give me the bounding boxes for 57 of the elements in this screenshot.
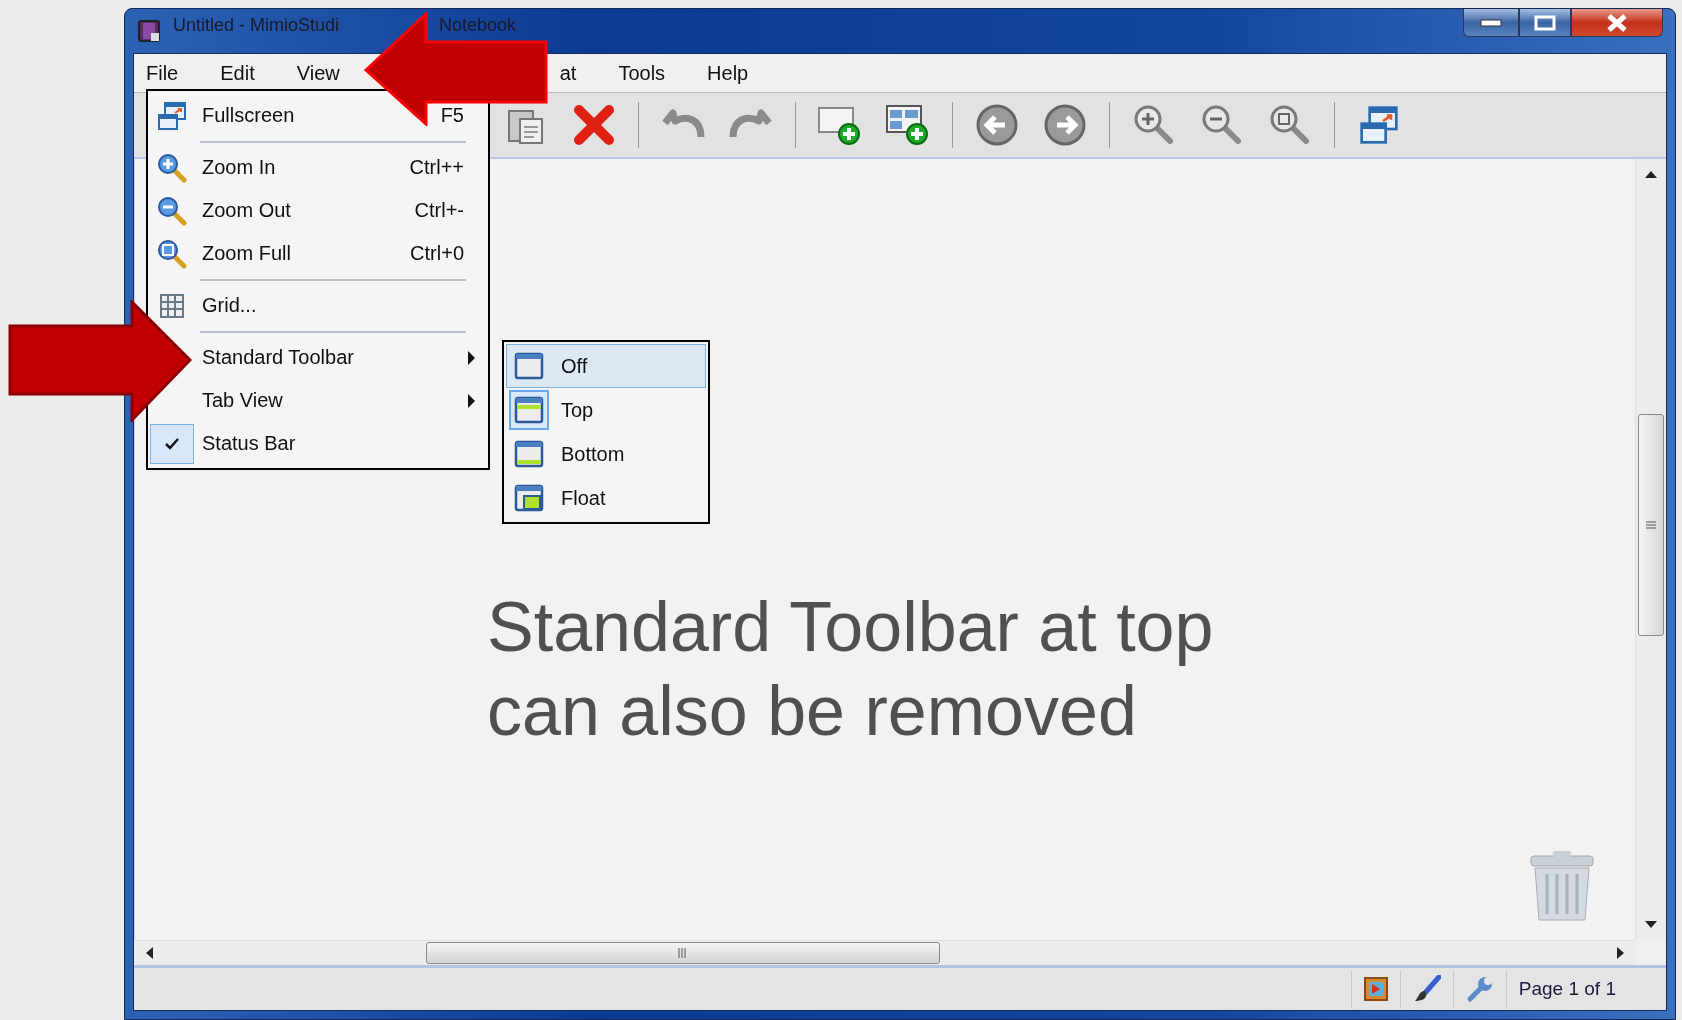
brush-icon [1412,975,1441,1003]
menu-item[interactable]: Zoom In Ctrl++ [196,146,488,189]
zoom-out-icon [157,195,187,226]
minimize-icon [1480,18,1502,27]
submenu-arrow-icon [468,350,476,365]
page-indicator: Page 1 of 1 [1518,978,1616,1000]
grid-icon [159,292,185,319]
fullscreen-icon [1359,105,1399,145]
close-icon [1605,13,1629,32]
vertical-scrollbar-thumb[interactable] [1638,414,1664,636]
horizontal-scrollbar-thumb[interactable] [426,942,940,964]
left-triangle-icon [145,947,153,959]
menu-item[interactable]: Zoom Full Ctrl+0 [196,232,488,275]
notebook-icon [137,19,161,43]
canvas-note: Standard Toolbar at top can also be removed [487,587,1214,752]
delete-icon [573,104,615,146]
menu-item[interactable]: Float [506,476,706,520]
up-triangle-icon [1645,170,1657,178]
maximize-icon [1534,14,1556,31]
wrench-icon [1465,975,1494,1003]
zoom-in-icon [1132,103,1176,147]
down-triangle-icon [1645,921,1657,929]
menu-item[interactable]: Grid... [196,284,488,327]
add-pages-icon [885,104,931,146]
menu-item[interactable]: Zoom Out Ctrl+- [196,189,488,232]
menu-item[interactable]: Off [506,344,706,388]
floating-bar-window-icon [514,484,544,512]
zoom-full-icon [157,238,187,269]
zoom-out-icon [1200,103,1244,147]
maximize-button[interactable] [1519,9,1571,37]
submenu-item[interactable]: Standard Toolbar [196,336,488,379]
bottom-bar-window-icon [514,440,544,468]
window-title: Notebook [439,14,517,36]
add-page-icon [817,104,863,146]
right-triangle-icon [1617,947,1625,959]
menu-item[interactable]: Help [707,61,749,85]
fullscreen-icon [157,100,187,131]
top-bar-window-icon [514,396,544,424]
menu-item[interactable]: Edit [220,61,255,85]
trash-icon [1529,850,1595,922]
slideshow-icon [1363,977,1388,1001]
window-title: Untitled - MimioStudi [173,14,340,36]
menu-item[interactable]: Top [506,388,706,432]
submenu-arrow-icon [468,393,476,408]
menu-item[interactable]: Tools [618,61,666,85]
menu-item[interactable]: at [559,61,577,85]
zoom-in-icon [157,152,187,183]
menu-item[interactable]: Fullscreen F5 [196,94,488,137]
menu-item[interactable]: Status Bar [196,422,488,465]
submenu-item[interactable]: Tab View [196,379,488,422]
menu-item[interactable]: File [146,61,179,85]
window-icon [514,352,544,380]
zoom-full-icon [1268,103,1312,147]
close-button[interactable] [1571,9,1663,37]
menu-item[interactable]: View [296,61,340,85]
menu-item[interactable]: Bottom [506,432,706,476]
minimize-button[interactable] [1463,9,1519,37]
